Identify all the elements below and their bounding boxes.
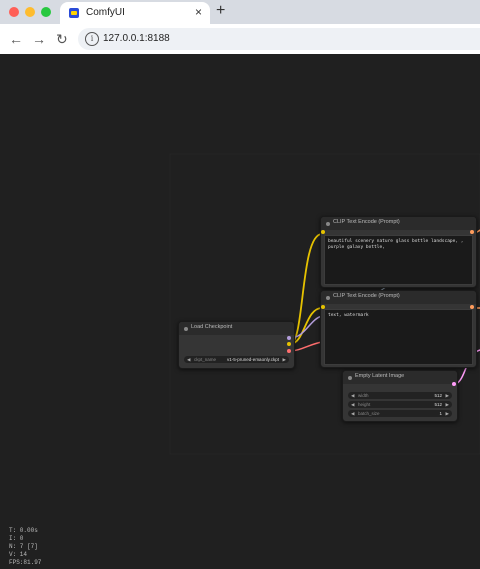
widget-value[interactable]: 512 [434, 402, 442, 407]
tab-strip: ComfyUI × + [0, 0, 480, 24]
combo-prev-icon[interactable]: ◀ [187, 357, 190, 363]
site-info-icon[interactable]: i [85, 32, 99, 46]
minimize-window-button[interactable] [25, 7, 35, 17]
increment-icon[interactable]: ▶ [446, 393, 449, 399]
maximize-window-button[interactable] [41, 7, 51, 17]
reload-icon[interactable]: ↻ [56, 31, 68, 48]
collapse-icon[interactable] [326, 222, 330, 226]
node-title: Empty Latent Image [355, 373, 405, 379]
conditioning-output-socket[interactable] [470, 305, 474, 309]
tab-close-icon[interactable]: × [195, 5, 202, 19]
node-graph-canvas[interactable]: CLIP Text Encode (Prompt) beautiful scen… [0, 54, 480, 569]
render-stats: T: 0.00s I: 0 N: 7 [7] V: 14 FPS:81.97 [9, 527, 41, 567]
clip-output-socket[interactable] [287, 342, 291, 346]
url-text[interactable]: 127.0.0.1:8188 [103, 33, 170, 44]
stat-fps: FPS:81.97 [9, 559, 42, 566]
browser-toolbar: ← → ↻ i 127.0.0.1:8188 [0, 24, 480, 54]
collapse-icon[interactable] [184, 327, 188, 331]
browser-tab[interactable]: ComfyUI × [60, 2, 210, 24]
ckpt-name-combo[interactable]: ◀ ckpt_name v1-5-pruned-emaonly.ckpt ▶ [184, 356, 289, 363]
stat-vertices: V: 14 [9, 551, 28, 558]
back-icon[interactable]: ← [9, 31, 23, 47]
widget-name: height [358, 402, 371, 407]
decrement-icon[interactable]: ◀ [351, 402, 354, 408]
widget-value[interactable]: 1 [439, 411, 442, 416]
decrement-icon[interactable]: ◀ [351, 411, 354, 417]
empty-latent-image-node[interactable]: Empty Latent Image ◀ width 512 ▶ ◀ heigh… [342, 370, 458, 422]
clip-input-socket[interactable] [321, 230, 325, 234]
batch-size-widget[interactable]: ◀ batch_size 1 ▶ [348, 410, 452, 417]
node-header[interactable]: Empty Latent Image [343, 371, 457, 384]
browser-chrome: ComfyUI × + ← → ↻ i 127.0.0.1:8188 [0, 0, 480, 54]
combo-next-icon[interactable]: ▶ [283, 357, 286, 363]
clip-text-encode-node-negative[interactable]: CLIP Text Encode (Prompt) text, watermar… [320, 290, 477, 368]
stat-iterations: I: 0 [9, 535, 24, 542]
new-tab-button[interactable]: + [216, 2, 225, 20]
forward-icon[interactable]: → [32, 31, 46, 47]
widget-value[interactable]: 512 [434, 393, 442, 398]
node-header[interactable]: CLIP Text Encode (Prompt) [321, 217, 476, 230]
increment-icon[interactable]: ▶ [446, 402, 449, 408]
node-title: CLIP Text Encode (Prompt) [333, 293, 400, 299]
widget-name: batch_size [358, 411, 380, 416]
load-checkpoint-node[interactable]: Load Checkpoint ◀ ckpt_name v1-5-pruned-… [178, 321, 295, 369]
vae-output-socket[interactable] [287, 349, 291, 353]
widget-name: width [358, 393, 369, 398]
clip-input-socket[interactable] [321, 305, 325, 309]
prompt-text[interactable]: beautiful scenery nature glass bottle la… [328, 239, 469, 251]
conditioning-output-socket[interactable] [470, 230, 474, 234]
widget-value[interactable]: v1-5-pruned-emaonly.ckpt [227, 357, 279, 362]
clip-text-encode-node-positive[interactable]: CLIP Text Encode (Prompt) beautiful scen… [320, 216, 477, 288]
collapse-icon[interactable] [326, 296, 330, 300]
address-bar[interactable]: i 127.0.0.1:8188 [78, 28, 480, 50]
prompt-text[interactable]: text, watermark [328, 313, 469, 319]
model-output-socket[interactable] [287, 336, 291, 340]
decrement-icon[interactable]: ◀ [351, 393, 354, 399]
prompt-textarea[interactable]: beautiful scenery nature glass bottle la… [324, 235, 473, 285]
height-widget[interactable]: ◀ height 512 ▶ [348, 401, 452, 408]
width-widget[interactable]: ◀ width 512 ▶ [348, 392, 452, 399]
stat-nodes: N: 7 [7] [9, 543, 38, 550]
increment-icon[interactable]: ▶ [446, 411, 449, 417]
prompt-textarea[interactable]: text, watermark [324, 309, 473, 365]
comfyui-favicon-icon [69, 8, 79, 18]
node-header[interactable]: CLIP Text Encode (Prompt) [321, 291, 476, 304]
latent-output-socket[interactable] [452, 382, 456, 386]
widget-name: ckpt_name [194, 357, 217, 362]
node-title: Load Checkpoint [191, 324, 233, 330]
tab-title: ComfyUI [86, 7, 125, 18]
collapse-icon[interactable] [348, 376, 352, 380]
stat-time: T: 0.00s [9, 527, 38, 534]
close-window-button[interactable] [9, 7, 19, 17]
node-header[interactable]: Load Checkpoint [179, 322, 294, 335]
node-title: CLIP Text Encode (Prompt) [333, 219, 400, 225]
